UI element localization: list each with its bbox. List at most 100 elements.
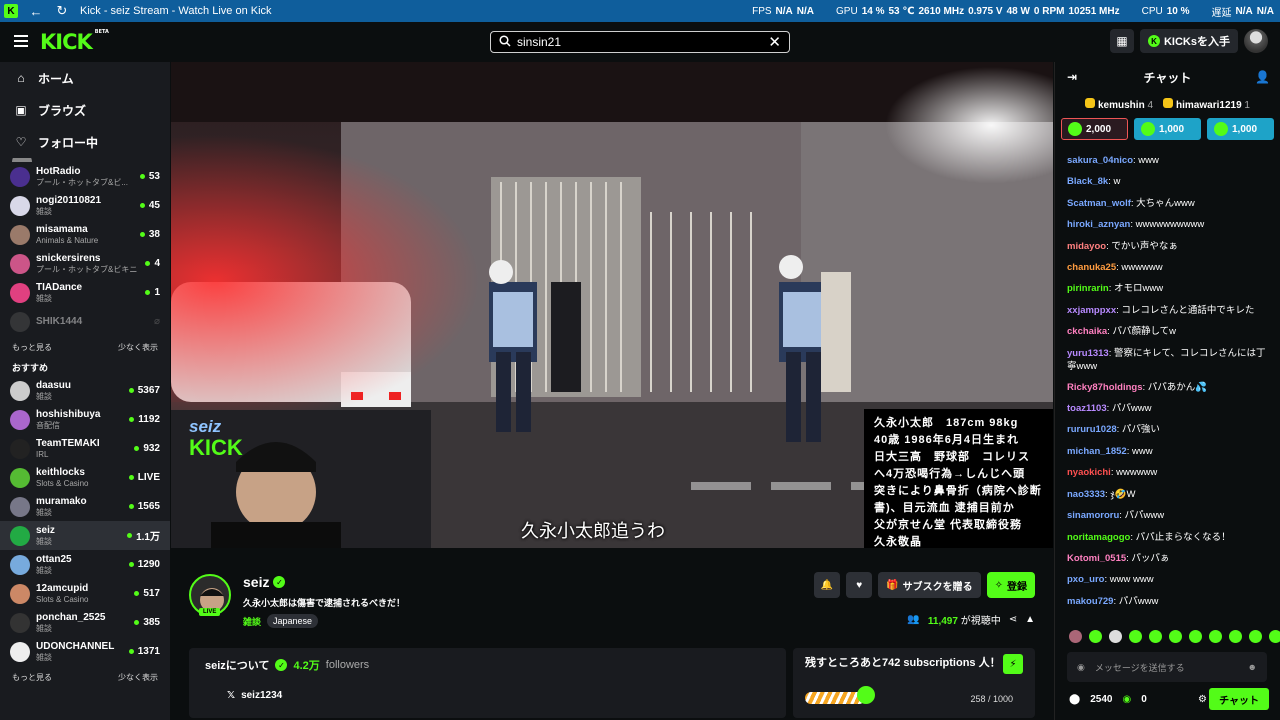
- channel-name[interactable]: seiz: [243, 574, 269, 590]
- chat-username[interactable]: Kotomi_0515: [1067, 553, 1126, 564]
- back-icon[interactable]: ←: [28, 4, 44, 19]
- emote-icon[interactable]: [1069, 630, 1082, 643]
- video-player[interactable]: seiz KICK 久永小太郎追うわ 久永小太郎 187cm 98kg 40歳 1…: [171, 62, 1053, 548]
- search-input[interactable]: [517, 35, 763, 49]
- user-avatar[interactable]: [1244, 29, 1268, 53]
- show-less-link[interactable]: 少なく表示: [118, 342, 158, 353]
- chat-username[interactable]: yuru1313: [1067, 348, 1109, 359]
- chat-username[interactable]: rururu1028: [1067, 424, 1117, 435]
- top-gifter[interactable]: himawari1219 1: [1163, 97, 1250, 111]
- get-kicks-button[interactable]: K KICKsを入手: [1139, 29, 1238, 53]
- sidebar-channel-seiz[interactable]: seiz 雑談 1.1万: [0, 521, 170, 550]
- nav-item-0[interactable]: ⌂ ホーム: [0, 62, 170, 94]
- chat-username[interactable]: Scatman_wolf: [1067, 198, 1131, 209]
- dashboard-icon[interactable]: ▦: [1109, 29, 1134, 53]
- sidebar-channel-keithlocks[interactable]: keithlocks Slots & Casino LIVE: [0, 463, 170, 492]
- show-more-link[interactable]: もっと見る: [12, 672, 52, 683]
- chat-username[interactable]: hiroki_aznyan: [1067, 219, 1130, 230]
- emote-icon[interactable]: [1229, 630, 1242, 643]
- chat-username[interactable]: chanuka25: [1067, 262, 1116, 273]
- kick-logo[interactable]: KICK BETA: [40, 29, 109, 54]
- home-icon: ⌂: [17, 71, 25, 85]
- chat-users-icon[interactable]: 👤: [1255, 70, 1270, 84]
- emote-icon[interactable]: [1149, 630, 1162, 643]
- chat-settings-icon[interactable]: ⚙: [1198, 694, 1207, 705]
- share-icon[interactable]: ⋖: [1009, 614, 1017, 625]
- chat-message: xxjamppxx: コレコレさんと通話中でキレた: [1067, 304, 1255, 316]
- emote-icon[interactable]: [1189, 630, 1202, 643]
- chat-username[interactable]: pirinrarin: [1067, 283, 1109, 294]
- sidebar: ⌂ ホーム ▣ ブラウズ ♡ フォロー中 HotRadio プール・ホットタブ&ビ... 53…: [0, 62, 170, 720]
- chat-username[interactable]: ckchaika: [1067, 326, 1107, 337]
- live-dot-icon: [134, 591, 140, 596]
- sidebar-channel-hoshishibuya[interactable]: hoshishibuya 音配信 1192: [0, 405, 170, 434]
- gift-card[interactable]: 2,000: [1061, 118, 1128, 140]
- sidebar-channel-TeamTEMAKI[interactable]: TeamTEMAKI IRL 932: [0, 434, 170, 463]
- favorite-button[interactable]: ♥: [846, 572, 873, 598]
- chat-username[interactable]: midayoo: [1067, 241, 1106, 252]
- chat-settings-dot-icon[interactable]: ◉: [1077, 662, 1085, 673]
- menu-icon[interactable]: [14, 35, 28, 47]
- verified-icon: ✓: [273, 576, 286, 588]
- channel-name: keithlocks: [36, 466, 85, 478]
- chat-username[interactable]: toaz1103: [1067, 403, 1107, 414]
- chat-username[interactable]: noritamagogo: [1067, 532, 1130, 543]
- notification-bell-button[interactable]: 🔔: [814, 572, 841, 598]
- sidebar-channel-TIADance[interactable]: TIADance 雑談 1: [0, 278, 170, 307]
- chat-title: チャット: [1143, 70, 1192, 85]
- sidebar-channel-ottan25[interactable]: ottan25 雑談 1290: [0, 550, 170, 579]
- gift-amount: 2,000: [1086, 123, 1112, 135]
- emote-icon[interactable]: [1269, 630, 1280, 643]
- sidebar-channel-daasuu[interactable]: daasuu 雑談 5367: [0, 376, 170, 405]
- send-chat-button[interactable]: チャット: [1209, 688, 1269, 710]
- emote-icon[interactable]: [1109, 630, 1122, 643]
- chat-username[interactable]: Black_8k: [1067, 176, 1108, 187]
- chat-username[interactable]: pxo_uro: [1067, 574, 1104, 585]
- sidebar-channel-misamama[interactable]: misamama Animals & Nature 38: [0, 220, 170, 249]
- language-tag[interactable]: Japanese: [267, 614, 319, 628]
- channel-name: SHIK1444: [36, 316, 83, 327]
- emoji-icon[interactable]: ☻: [1248, 662, 1257, 672]
- gift-card[interactable]: 1,000: [1207, 118, 1274, 140]
- subscribe-button[interactable]: ✧ 登録: [986, 572, 1035, 598]
- top-gifter[interactable]: kemushin 4: [1085, 97, 1153, 111]
- x-handle-link[interactable]: seiz1234: [241, 690, 282, 701]
- emote-icon[interactable]: [1089, 630, 1102, 643]
- gpu-fan: 0 RPM: [1033, 5, 1065, 17]
- show-more-link[interactable]: もっと見る: [12, 342, 52, 353]
- report-icon[interactable]: ▲: [1025, 614, 1035, 625]
- gift-subscription-button[interactable]: 🎁 サブスクを贈る: [878, 572, 981, 598]
- show-less-link[interactable]: 少なく表示: [118, 672, 158, 683]
- clear-search-icon[interactable]: ✕: [768, 33, 781, 51]
- chat-username[interactable]: michan_1852: [1067, 446, 1127, 457]
- sidebar-channel-muramako[interactable]: muramako 雑談 1565: [0, 492, 170, 521]
- sidebar-channel-HotRadio[interactable]: HotRadio プール・ホットタブ&ビ... 53: [0, 162, 170, 191]
- emote-icon[interactable]: [1209, 630, 1222, 643]
- sidebar-channel-SHIK1444[interactable]: SHIK1444 ⌀: [0, 307, 170, 336]
- nav-item-2[interactable]: ♡ フォロー中: [0, 126, 170, 158]
- reload-icon[interactable]: ↻: [54, 3, 70, 19]
- sidebar-channel-ponchan_2525[interactable]: ponchan_2525 雑談 385: [0, 608, 170, 637]
- chat-username[interactable]: sinamororu: [1067, 510, 1119, 521]
- sub-goal-button[interactable]: ⚡: [1003, 654, 1023, 674]
- sidebar-channel-nogi20110821[interactable]: nogi20110821 雑談 45: [0, 191, 170, 220]
- channel-category: プール・ホットタブ&ビキニ: [36, 264, 138, 274]
- sidebar-channel-UDONCHANNEL[interactable]: UDONCHANNEL 雑談 1371: [0, 637, 170, 666]
- chat-username[interactable]: nao3333: [1067, 489, 1105, 500]
- emote-icon[interactable]: [1249, 630, 1262, 643]
- chat-username[interactable]: makou729: [1067, 596, 1113, 607]
- chat-username[interactable]: Ricky87holdings: [1067, 382, 1143, 393]
- category-link[interactable]: 雑談: [243, 615, 261, 628]
- sidebar-channel-snickersirens[interactable]: snickersirens プール・ホットタブ&ビキニ 4: [0, 249, 170, 278]
- chat-username[interactable]: sakura_04nico: [1067, 155, 1133, 166]
- emote-icon[interactable]: [1129, 630, 1142, 643]
- sidebar-channel-12amcupid[interactable]: 12amcupid Slots & Casino 517: [0, 579, 170, 608]
- chat-username[interactable]: nyaokichi: [1067, 467, 1111, 478]
- channel-name: hoshishibuya: [36, 408, 101, 420]
- collapse-chat-icon[interactable]: ⇥: [1067, 70, 1077, 84]
- chat-input[interactable]: ◉ メッセージを送信する ☻: [1067, 652, 1267, 682]
- emote-icon[interactable]: [1169, 630, 1182, 643]
- nav-item-1[interactable]: ▣ ブラウズ: [0, 94, 170, 126]
- gift-card[interactable]: 1,000: [1134, 118, 1201, 140]
- chat-username[interactable]: xxjamppxx: [1067, 305, 1116, 316]
